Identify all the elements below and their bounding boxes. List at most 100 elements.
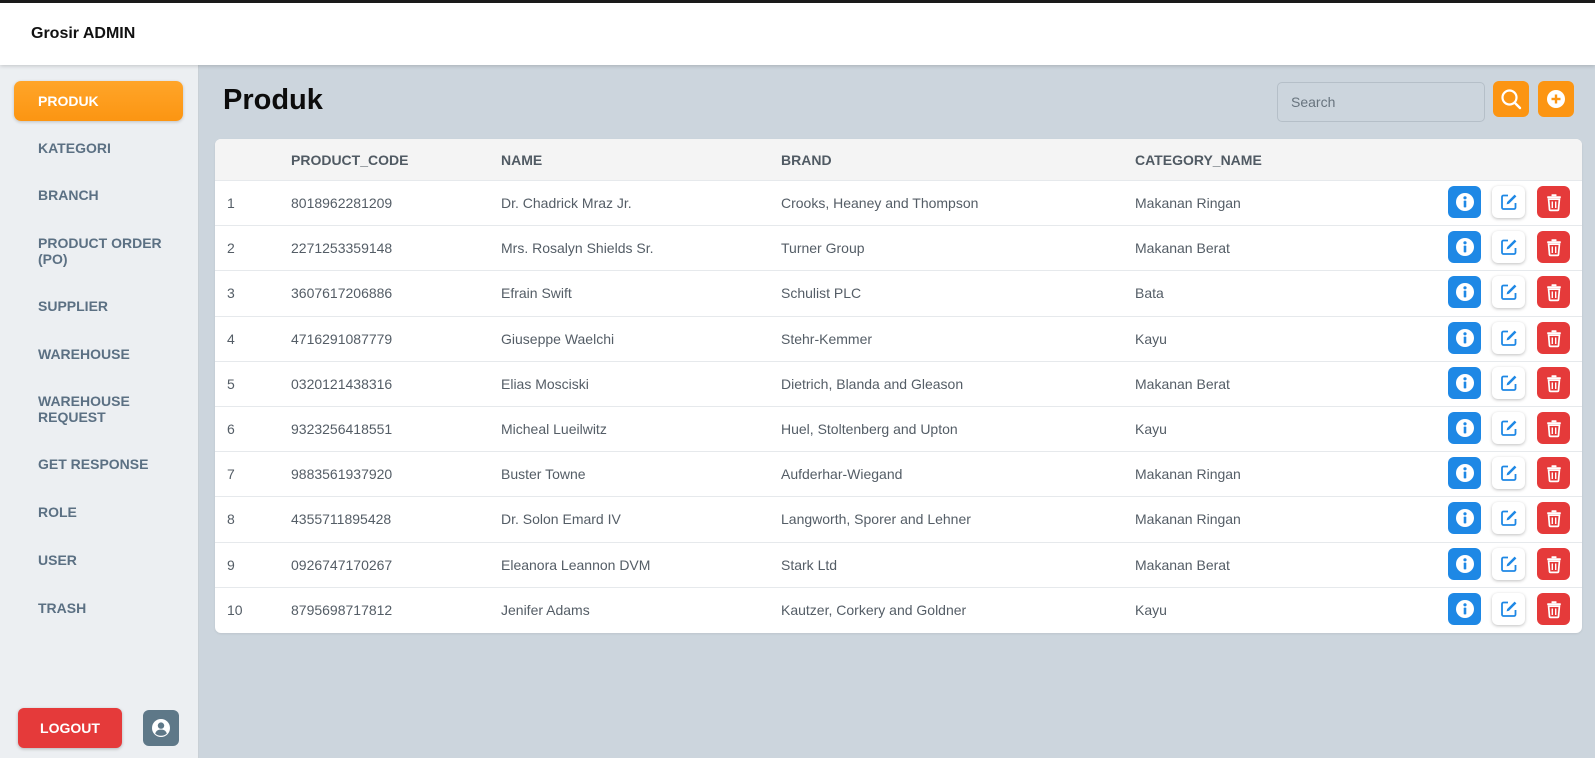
user-circle-icon[interactable] [143,710,179,746]
sidebar-item-warehouse[interactable]: WAREHOUSE [14,334,183,374]
search-icon [1501,89,1522,110]
cell-product-code: 9323256418551 [291,421,393,437]
info-button[interactable] [1448,547,1481,580]
delete-button[interactable] [1537,457,1570,490]
page-title: Produk [223,84,323,116]
info-button[interactable] [1448,412,1481,444]
app-brand[interactable]: Grosir ADMIN [31,25,135,43]
trash-icon [1544,463,1564,483]
edit-button[interactable] [1492,366,1525,399]
edit-button[interactable] [1492,186,1525,218]
cell-row-number: 1 [227,195,235,211]
column-header-brand[interactable]: BRAND [781,152,832,168]
edit-button[interactable] [1492,412,1525,444]
search-button[interactable] [1493,81,1529,117]
cell-name: Eleanora Leannon DVM [501,556,651,573]
cell-product-code: 0320121438316 [291,375,393,392]
edit-button[interactable] [1492,592,1525,625]
sidebar: PRODUK KATEGORI BRANCH PRODUCT ORDER (PO… [0,65,199,758]
cell-name: Micheal Lueilwitz [501,421,607,437]
cell-product-code: 8795698717812 [291,601,393,618]
info-icon [1455,418,1475,438]
sidebar-item-warehouse-request[interactable]: WAREHOUSE REQUEST [14,389,144,429]
cell-category-name: Makanan Berat [1135,556,1230,573]
sidebar-item-user[interactable]: USER [14,540,183,580]
sidebar-item-role[interactable]: ROLE [14,492,183,532]
trash-icon [1544,418,1564,438]
delete-button[interactable] [1537,276,1570,309]
table-row: 7 9883561937920 Buster Towne Aufderhar-Wieg… [215,451,1582,496]
info-icon [1455,237,1475,257]
info-button[interactable] [1448,321,1481,354]
column-header-name[interactable]: NAME [501,152,542,168]
cell-name: Giuseppe Waelchi [501,330,615,347]
cell-row-number: 8 [227,511,235,528]
sidebar-item-product-order[interactable]: PRODUCT ORDER (PO) [14,231,164,271]
info-button[interactable] [1448,276,1481,309]
info-icon [1455,373,1475,393]
cell-product-code: 3607617206886 [291,285,393,302]
info-icon [1455,554,1475,574]
delete-button[interactable] [1537,186,1570,218]
edit-icon [1499,554,1519,574]
edit-button[interactable] [1492,547,1525,580]
cell-brand: Dietrich, Blanda and Gleason [781,375,964,392]
column-header-category-name[interactable]: CATEGORY_NAME [1135,152,1262,168]
cell-name: Dr. Solon Emard IV [501,511,621,528]
trash-icon [1544,282,1564,302]
cell-row-number: 7 [227,466,235,483]
info-icon [1455,463,1475,483]
edit-button[interactable] [1492,276,1525,309]
sidebar-item-supplier[interactable]: SUPPLIER [14,286,183,326]
logout-button[interactable]: LOGOUT [18,708,122,748]
cell-product-code: 2271253359148 [291,240,393,257]
info-button[interactable] [1448,231,1481,264]
cell-brand: Kautzer, Corkery and Goldner [781,601,967,618]
cell-category-name: Makanan Berat [1135,375,1230,392]
add-button[interactable] [1538,81,1574,117]
cell-row-number: 4 [227,330,235,347]
info-button[interactable] [1448,186,1481,218]
edit-icon [1499,418,1519,438]
info-button[interactable] [1448,592,1481,625]
edit-icon [1499,599,1519,619]
column-header-product-code[interactable]: PRODUCT_CODE [291,152,408,168]
cell-brand: Crooks, Heaney and Thompson [781,195,979,211]
product-table: PRODUCT_CODE NAME BRAND CATEGORY_NAME 1 8… [215,139,1582,633]
edit-icon [1499,328,1519,348]
edit-button[interactable] [1492,231,1525,264]
edit-button[interactable] [1492,457,1525,490]
sidebar-item-kategori[interactable]: KATEGORI [14,128,183,168]
table-row: 10 8795698717812 Jenifer Adams Kautzer, Cor… [215,586,1582,632]
delete-button[interactable] [1537,321,1570,354]
delete-button[interactable] [1537,547,1570,580]
info-button[interactable] [1448,457,1481,490]
cell-category-name: Kayu [1135,601,1167,618]
sidebar-item-produk[interactable]: PRODUK [14,81,183,121]
table-row: 4 4716291087779 Giuseppe Waelchi Stehr-Kemm… [215,315,1582,361]
info-button[interactable] [1448,366,1481,399]
sidebar-item-branch[interactable]: BRANCH [14,175,183,215]
search-input[interactable] [1277,82,1485,122]
cell-name: Elias Mosciski [501,375,589,392]
cell-name: Mrs. Rosalyn Shields Sr. [501,240,654,257]
trash-icon [1544,554,1564,574]
sidebar-item-get-response[interactable]: GET RESPONSE [14,444,183,484]
cell-brand: Langworth, Sporer and Lehner [781,511,971,528]
cell-category-name: Makanan Ringan [1135,511,1241,528]
edit-button[interactable] [1492,502,1525,535]
edit-icon [1499,192,1519,212]
cell-category-name: Makanan Ringan [1135,195,1241,211]
delete-button[interactable] [1537,412,1570,444]
table-row: 5 0320121438316 Elias Mosciski Dietrich, Bl… [215,360,1582,406]
edit-button[interactable] [1492,321,1525,354]
delete-button[interactable] [1537,366,1570,399]
delete-button[interactable] [1537,592,1570,625]
info-button[interactable] [1448,502,1481,535]
cell-category-name: Makanan Ringan [1135,466,1241,483]
cell-name: Jenifer Adams [501,601,590,618]
delete-button[interactable] [1537,231,1570,264]
info-icon [1455,282,1475,302]
sidebar-item-trash[interactable]: TRASH [14,588,183,628]
delete-button[interactable] [1537,502,1570,535]
